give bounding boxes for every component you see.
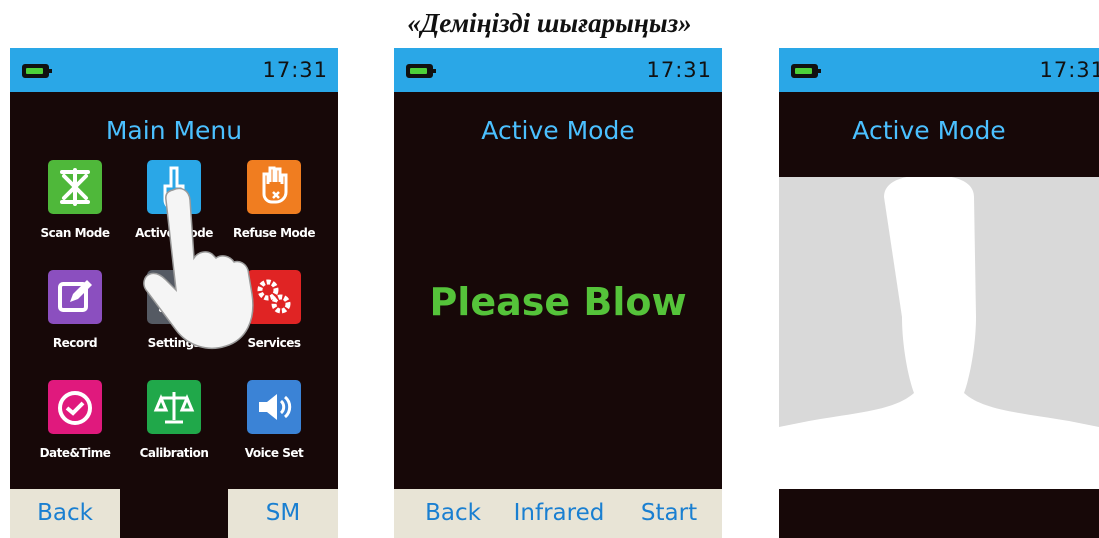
start-button[interactable]: Start (624, 489, 714, 538)
person-silhouette-icon (779, 175, 1099, 489)
screen-title: Main Menu (105, 116, 243, 145)
menu-item-record[interactable]: Record (28, 270, 122, 356)
please-blow-message: Please Blow (429, 280, 687, 324)
edit-icon (48, 270, 102, 324)
pointing-hand-icon (135, 184, 265, 359)
battery-icon (406, 64, 436, 78)
camera-preview (779, 175, 1099, 489)
menu-item-voice-set[interactable]: Voice Set (227, 380, 321, 466)
main-menu-screen: 17:31 Main Menu Scan Mode Active Mode Re… (10, 48, 338, 538)
softkey-bar: Back SM (10, 489, 338, 538)
status-bar: 17:31 (10, 48, 338, 92)
photo-capture-screen: 17:31 Active Mode (779, 48, 1099, 538)
status-time: 17:31 (1039, 58, 1099, 82)
menu-item-date-time[interactable]: Date&Time (28, 380, 122, 466)
menu-item-label: Calibration (139, 446, 209, 460)
status-time: 17:31 (646, 58, 712, 82)
back-button[interactable]: Back (10, 489, 120, 538)
menu-item-label: Date&Time (39, 446, 111, 460)
battery-icon (22, 64, 52, 78)
battery-icon (791, 64, 821, 78)
sm-button[interactable]: SM (228, 489, 338, 538)
status-bar: 17:31 (779, 48, 1099, 92)
speaker-icon (247, 380, 301, 434)
menu-item-calibration[interactable]: Calibration (127, 380, 221, 466)
softkey-bar: Back Infrared Start (394, 489, 722, 538)
infrared-button[interactable]: Infrared (504, 489, 614, 538)
clock-icon (48, 380, 102, 434)
page-caption: «Деміңізді шығарыңыз» (407, 8, 692, 38)
menu-item-label: Record (52, 336, 98, 350)
screen-title: Active Mode (481, 116, 635, 145)
status-time: 17:31 (262, 58, 328, 82)
back-button[interactable]: Back (408, 489, 498, 538)
status-bar: 17:31 (394, 48, 722, 92)
menu-item-label: Scan Mode (40, 226, 111, 240)
menu-item-label: Voice Set (244, 446, 304, 460)
active-mode-screen: 17:31 Active Mode Please Blow Back Infra… (394, 48, 722, 538)
scale-icon (147, 380, 201, 434)
scan-icon (48, 160, 102, 214)
menu-item-scan-mode[interactable]: Scan Mode (28, 160, 122, 246)
screen-title: Active Mode (852, 116, 1006, 145)
